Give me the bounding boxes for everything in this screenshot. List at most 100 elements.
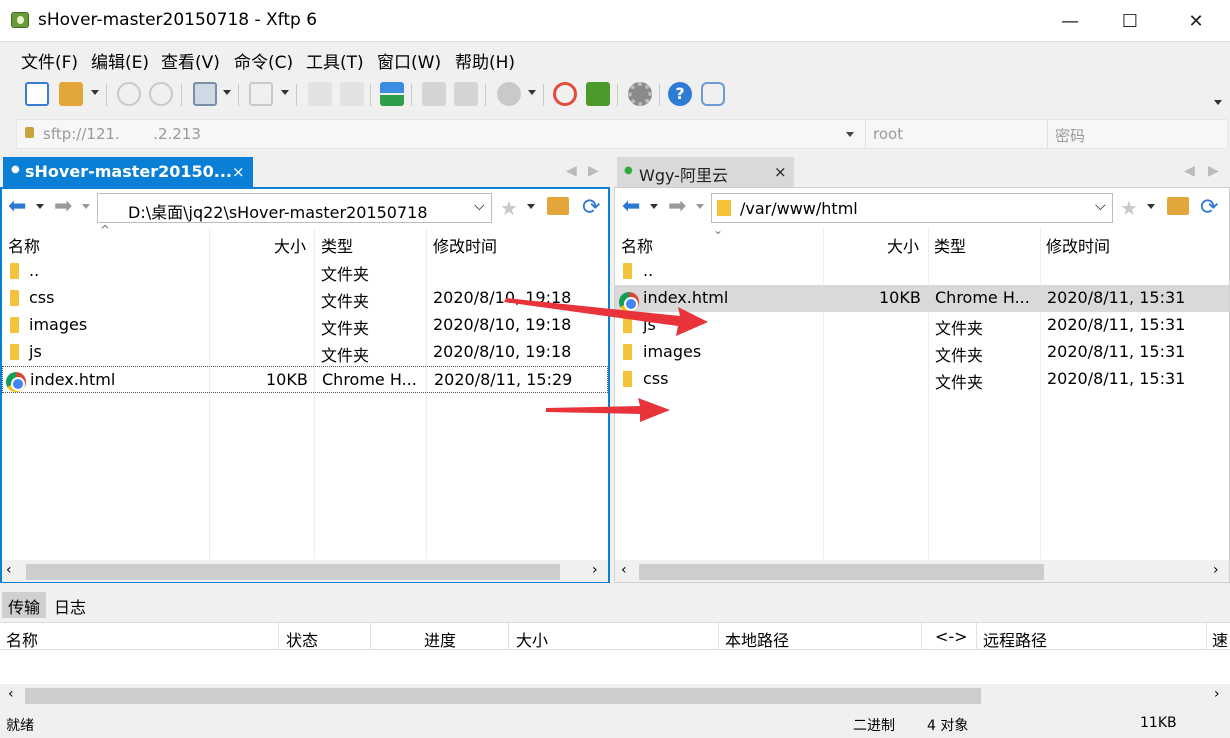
col-modified-header[interactable]: 修改时间	[433, 233, 497, 257]
open-folder-icon[interactable]	[59, 82, 83, 106]
scroll-left-icon[interactable]: ‹	[621, 562, 627, 578]
password-input[interactable]: 密码	[1055, 125, 1085, 146]
home-folder-icon[interactable]	[1167, 197, 1189, 215]
local-horizontal-scrollbar[interactable]: ‹ ›	[2, 560, 608, 582]
col-name-header[interactable]: 名称	[621, 233, 653, 257]
menu-tools[interactable]: 工具(T)	[306, 48, 364, 73]
tab-transfer[interactable]: 传输	[2, 592, 47, 618]
refresh-icon[interactable]: ⟳	[582, 195, 600, 220]
toolbar-separator	[411, 84, 412, 106]
back-dropdown-icon[interactable]	[650, 204, 658, 209]
forward-dropdown-icon[interactable]	[696, 204, 704, 209]
remote-horizontal-scrollbar[interactable]: ‹ ›	[615, 560, 1229, 582]
properties-dropdown-icon[interactable]	[223, 90, 231, 95]
menu-window[interactable]: 窗口(W)	[377, 48, 441, 73]
forward-dropdown-icon[interactable]	[82, 204, 90, 209]
col-modified-header[interactable]: 修改时间	[1046, 233, 1110, 257]
host-input[interactable]: sftp://121. .2.213	[43, 125, 201, 143]
scroll-right-icon[interactable]: ›	[592, 562, 598, 578]
local-path-field[interactable]: D:\桌面\jq22\sHover-master20150718 ⌵	[97, 193, 492, 223]
path-dropdown-icon[interactable]: ⌵	[474, 198, 485, 214]
toolbar-separator	[238, 84, 239, 106]
col-size-header[interactable]: 大小	[887, 233, 919, 257]
col-local-path-header[interactable]: 本地路径	[725, 627, 789, 651]
tab-log[interactable]: 日志	[54, 594, 86, 618]
remote-path-field[interactable]: /var/www/html ⌵	[711, 193, 1113, 223]
back-arrow-icon[interactable]: ⬅	[8, 196, 26, 218]
menu-file[interactable]: 文件(F)	[21, 48, 78, 73]
connect-icon[interactable]	[117, 82, 141, 106]
toolbar-overflow-icon[interactable]	[1214, 100, 1222, 105]
tab-status-dot-icon: ●	[624, 165, 633, 176]
chat-icon[interactable]	[701, 82, 725, 106]
col-type-header[interactable]: 类型	[934, 233, 966, 257]
media-dropdown-icon[interactable]	[281, 90, 289, 95]
properties-icon[interactable]	[193, 82, 217, 106]
xftp-icon[interactable]	[586, 82, 610, 106]
col-name-header[interactable]: 名称	[6, 627, 38, 651]
menu-view[interactable]: 查看(V)	[161, 48, 220, 73]
help-icon[interactable]: ?	[668, 82, 692, 106]
scroll-right-icon[interactable]: ›	[1214, 686, 1220, 702]
new-session-icon[interactable]	[25, 82, 49, 106]
path-dropdown-icon[interactable]: ⌵	[1095, 198, 1106, 214]
gear-icon[interactable]	[628, 82, 652, 106]
tab-local-close-icon[interactable]: ×	[232, 163, 245, 181]
tab-scroll-right-icon[interactable]: ▶	[1208, 163, 1219, 179]
document-copy-icon[interactable]	[340, 82, 364, 106]
menu-edit[interactable]: 编辑(E)	[91, 48, 149, 73]
col-remote-path-header[interactable]: 远程路径	[983, 627, 1047, 651]
refresh-icon[interactable]: ⟳	[1200, 195, 1218, 220]
tab-scroll-right-icon[interactable]: ▶	[588, 163, 599, 179]
col-type-header[interactable]: 类型	[321, 233, 353, 257]
minimize-button[interactable]: —	[1040, 0, 1100, 42]
scroll-thumb[interactable]	[25, 688, 981, 704]
tab-status-dot-icon: ●	[11, 164, 20, 175]
menu-help[interactable]: 帮助(H)	[455, 48, 515, 73]
scroll-left-icon[interactable]: ‹	[6, 562, 12, 578]
transfer-horizontal-scrollbar[interactable]: ‹ ›	[0, 684, 1230, 706]
tab-scroll-left-icon[interactable]: ◀	[566, 163, 577, 179]
tab-remote-session[interactable]: ● Wgy-阿里云 ×	[617, 157, 794, 187]
tab-scroll-left-icon[interactable]: ◀	[1184, 163, 1195, 179]
media-icon[interactable]	[249, 82, 273, 106]
bookmark-dropdown-icon[interactable]	[1147, 204, 1155, 209]
open-dropdown-icon[interactable]	[91, 90, 99, 95]
back-arrow-icon[interactable]: ⬅	[622, 196, 640, 218]
col-speed-header[interactable]: 速	[1212, 627, 1228, 651]
forward-arrow-icon[interactable]: ➡	[54, 196, 72, 218]
host-dropdown-icon[interactable]	[846, 132, 854, 137]
home-folder-icon[interactable]	[547, 197, 569, 215]
col-size-header[interactable]: 大小	[516, 627, 548, 651]
close-window-button[interactable]: ✕	[1166, 0, 1226, 42]
disconnect-icon[interactable]	[149, 82, 173, 106]
transfer-arrows-icon[interactable]	[380, 82, 404, 106]
status-circle-icon[interactable]	[497, 82, 521, 106]
copy-icon[interactable]	[454, 82, 478, 106]
tab-remote-close-icon[interactable]: ×	[774, 163, 787, 181]
print-icon[interactable]	[422, 82, 446, 106]
document-icon[interactable]	[308, 82, 332, 106]
scroll-thumb[interactable]	[639, 564, 1044, 580]
maximize-button[interactable]: ☐	[1100, 0, 1160, 42]
bookmark-star-icon[interactable]: ★	[1120, 196, 1138, 220]
scroll-right-icon[interactable]: ›	[1213, 562, 1219, 578]
col-progress-header[interactable]: 进度	[424, 627, 456, 651]
username-input[interactable]: root	[873, 125, 903, 143]
status-dropdown-icon[interactable]	[528, 90, 536, 95]
col-size-header[interactable]: 大小	[274, 233, 306, 257]
menu-command[interactable]: 命令(C)	[234, 48, 293, 73]
window-title: sHover-master20150718 - Xftp 6	[38, 10, 318, 30]
col-name-header[interactable]: 名称	[8, 233, 40, 257]
forward-arrow-icon[interactable]: ➡	[668, 196, 686, 218]
back-dropdown-icon[interactable]	[36, 204, 44, 209]
col-status-header[interactable]: 状态	[286, 627, 318, 651]
scroll-thumb[interactable]	[26, 564, 560, 580]
scroll-left-icon[interactable]: ‹	[8, 686, 14, 702]
bookmark-star-icon[interactable]: ★	[500, 196, 518, 220]
toolbar-separator	[370, 84, 371, 106]
col-direction-header[interactable]: <->	[935, 627, 968, 646]
bookmark-dropdown-icon[interactable]	[527, 204, 535, 209]
tab-local-session[interactable]: ● sHover-master20150... ×	[3, 157, 253, 187]
xshell-icon[interactable]	[553, 82, 577, 106]
